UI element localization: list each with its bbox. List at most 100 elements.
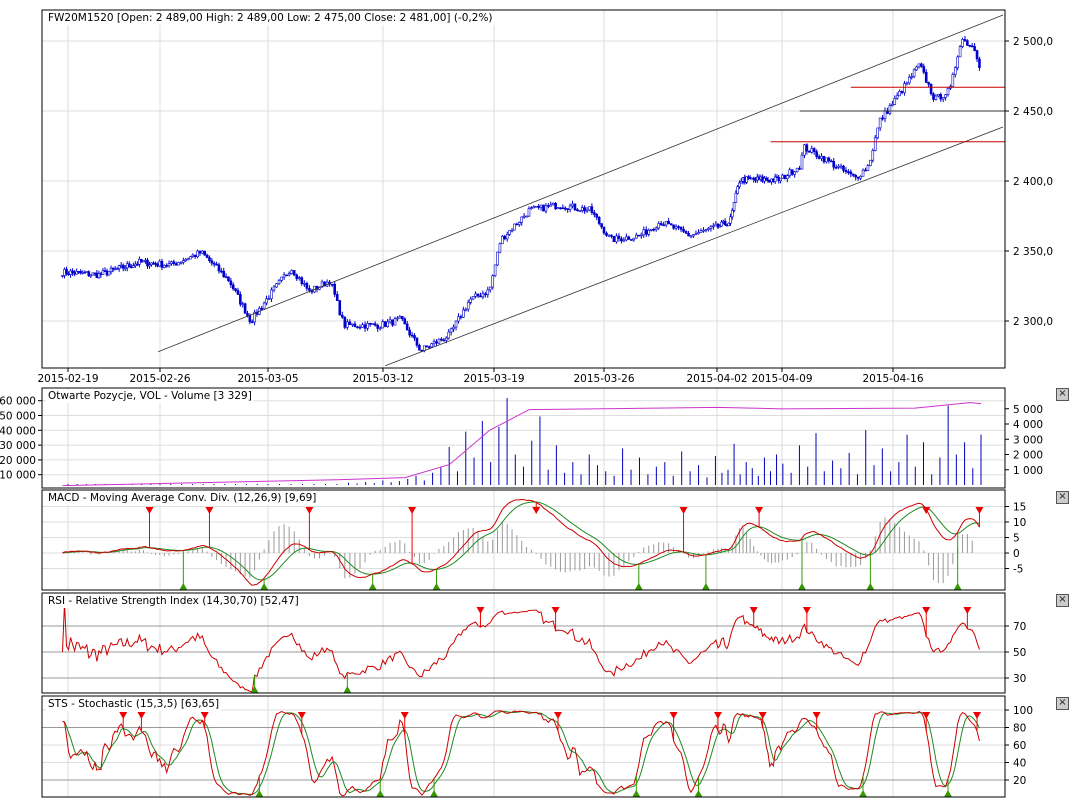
candle-body	[87, 271, 91, 277]
candle-body	[462, 309, 465, 318]
candle-body	[134, 263, 137, 266]
candle-body	[361, 324, 364, 328]
candle-body	[559, 207, 562, 210]
sell-signal-triangle	[408, 507, 417, 514]
candle-body	[203, 250, 207, 256]
candle-body	[142, 260, 145, 263]
rsi-panel-title: RSI - Relative Strength Index (14,30,70)…	[46, 595, 301, 608]
sell-signal-triangle	[669, 712, 678, 719]
candle-body	[103, 270, 107, 272]
buy-signal-triangle	[859, 790, 868, 797]
candle-body	[932, 93, 935, 100]
close-sts-panel-button[interactable]: ×	[1056, 697, 1069, 710]
candle-body	[505, 234, 509, 240]
candle-body	[876, 127, 879, 139]
candle-body	[798, 167, 801, 170]
candle-body	[881, 117, 884, 120]
candle-body	[530, 207, 533, 210]
candle-body	[401, 316, 404, 320]
candle-body	[600, 223, 603, 228]
candle-body	[75, 271, 78, 275]
candle-body	[353, 323, 357, 328]
candle-body	[123, 267, 127, 270]
candle-body	[186, 258, 190, 261]
candle-body	[333, 283, 337, 295]
candle-body	[517, 222, 521, 225]
volume-tick-label: 1 000	[1013, 465, 1043, 477]
candle-body	[452, 326, 455, 330]
sell-signal-triangle	[963, 607, 972, 614]
date-label: 2015-03-05	[237, 373, 298, 385]
panel-frame-main	[41, 9, 1006, 369]
candle-body	[637, 234, 641, 237]
date-label: 2015-04-09	[751, 373, 812, 385]
candle-body	[160, 260, 164, 268]
candle-body	[730, 210, 734, 218]
candle-body	[714, 223, 718, 227]
date-label: 2015-02-19	[37, 373, 98, 385]
candle-body	[727, 222, 731, 227]
sell-signal-triangle	[554, 712, 563, 719]
candle-body	[212, 262, 216, 265]
candle-body	[922, 66, 926, 73]
candle-body	[617, 235, 621, 239]
macd-panel-title: MACD - Moving Average Conv. Div. (12,26,…	[46, 492, 319, 505]
sell-signal-triangle	[749, 607, 758, 614]
candle-body	[403, 318, 407, 325]
candle-body	[508, 229, 511, 235]
candle-body	[241, 303, 245, 306]
candle-body	[260, 307, 264, 310]
close-macd-panel-button[interactable]: ×	[1056, 491, 1069, 504]
candle-body	[607, 234, 611, 237]
candle-body	[793, 171, 796, 175]
candle-body	[156, 263, 159, 267]
candle-body	[946, 88, 950, 95]
candle-body	[532, 206, 536, 209]
candle-body	[973, 46, 976, 51]
candle-body	[817, 156, 821, 159]
buy-signal-triangle	[260, 583, 269, 590]
candle-body	[243, 303, 247, 314]
candle-body	[963, 39, 967, 41]
close-volume-panel-button[interactable]: ×	[1056, 388, 1069, 401]
candle-body	[305, 283, 309, 289]
date-label: 2015-04-16	[862, 373, 923, 385]
candle-body	[282, 274, 286, 278]
buy-signal-triangle	[632, 790, 641, 797]
candle-body	[692, 234, 695, 237]
candle-body	[196, 250, 199, 257]
sell-signal-triangle	[922, 607, 931, 614]
candle-body	[91, 272, 95, 276]
candle-body	[280, 276, 283, 281]
candle-body	[496, 251, 499, 266]
candle-body	[148, 264, 151, 267]
candle-body	[738, 182, 741, 187]
candle-body	[644, 229, 648, 235]
candle-body	[363, 324, 367, 329]
candle-body	[388, 319, 392, 323]
date-label: 2015-04-02	[686, 373, 747, 385]
candle-body	[396, 317, 399, 320]
candle-body	[590, 206, 594, 213]
sell-signal-triangle	[973, 712, 982, 719]
candle-body	[167, 263, 171, 267]
sell-signal-triangle	[205, 507, 214, 514]
candle-body	[800, 154, 804, 170]
candle-body	[481, 293, 485, 298]
candle-body	[573, 203, 577, 210]
volume-tick-label: 5 000	[1013, 404, 1043, 416]
sts-tick-label: 80	[1013, 723, 1026, 735]
candle-body	[182, 260, 185, 263]
candle-body	[121, 264, 125, 269]
candle-body	[632, 237, 636, 241]
candle-body	[515, 223, 519, 226]
candle-body	[83, 271, 87, 274]
candle-body	[464, 308, 468, 311]
close-rsi-panel-button[interactable]: ×	[1056, 594, 1069, 607]
sell-signal-triangle	[145, 507, 154, 514]
candle-body	[393, 318, 397, 326]
candle-body	[669, 223, 673, 226]
candle-body	[158, 260, 161, 267]
candle-body	[391, 319, 394, 326]
candle-body	[537, 205, 540, 208]
